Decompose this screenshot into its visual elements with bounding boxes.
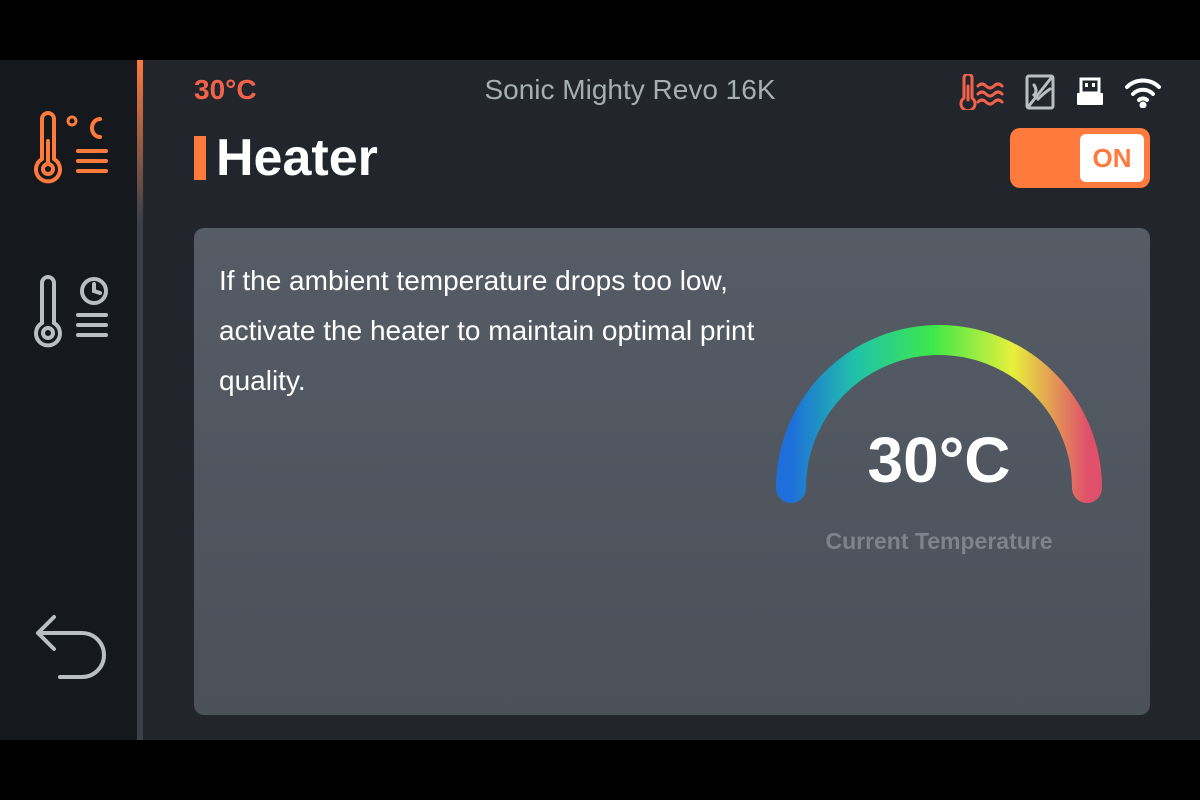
thermometer-celsius-icon (34, 111, 108, 184)
page-header: Heater (194, 129, 378, 187)
title-accent-bar (194, 136, 206, 180)
toggle-label: ON (1080, 134, 1144, 182)
back-button[interactable] (20, 604, 120, 694)
heater-toggle[interactable]: ON (1010, 128, 1150, 188)
device-name: Sonic Mighty Revo 16K (484, 74, 776, 105)
gauge-value: 30°C (867, 424, 1011, 496)
sidebar-item-heater[interactable] (20, 108, 120, 198)
sidebar-item-heater-schedule[interactable] (20, 272, 120, 362)
resin-tank-icon (1025, 74, 1055, 110)
sidebar-divider (137, 60, 143, 740)
wifi-icon (1125, 78, 1161, 108)
info-card: If the ambient temperature drops too low… (194, 228, 1150, 715)
heater-status-icon (959, 74, 1004, 110)
screen: 30°C Sonic Mighty Revo 16K Heater ON If … (0, 60, 1200, 740)
usb-icon (1077, 77, 1103, 105)
status-icons (958, 74, 1162, 110)
active-indicator (137, 60, 143, 220)
gauge-label: Current Temperature (825, 528, 1053, 554)
sidebar (0, 60, 137, 740)
status-temperature: 30°C (194, 74, 257, 105)
thermometer-clock-icon (34, 275, 108, 348)
page-title: Heater (216, 129, 378, 187)
back-arrow-icon (36, 615, 106, 679)
heater-description: If the ambient temperature drops too low… (219, 265, 755, 396)
